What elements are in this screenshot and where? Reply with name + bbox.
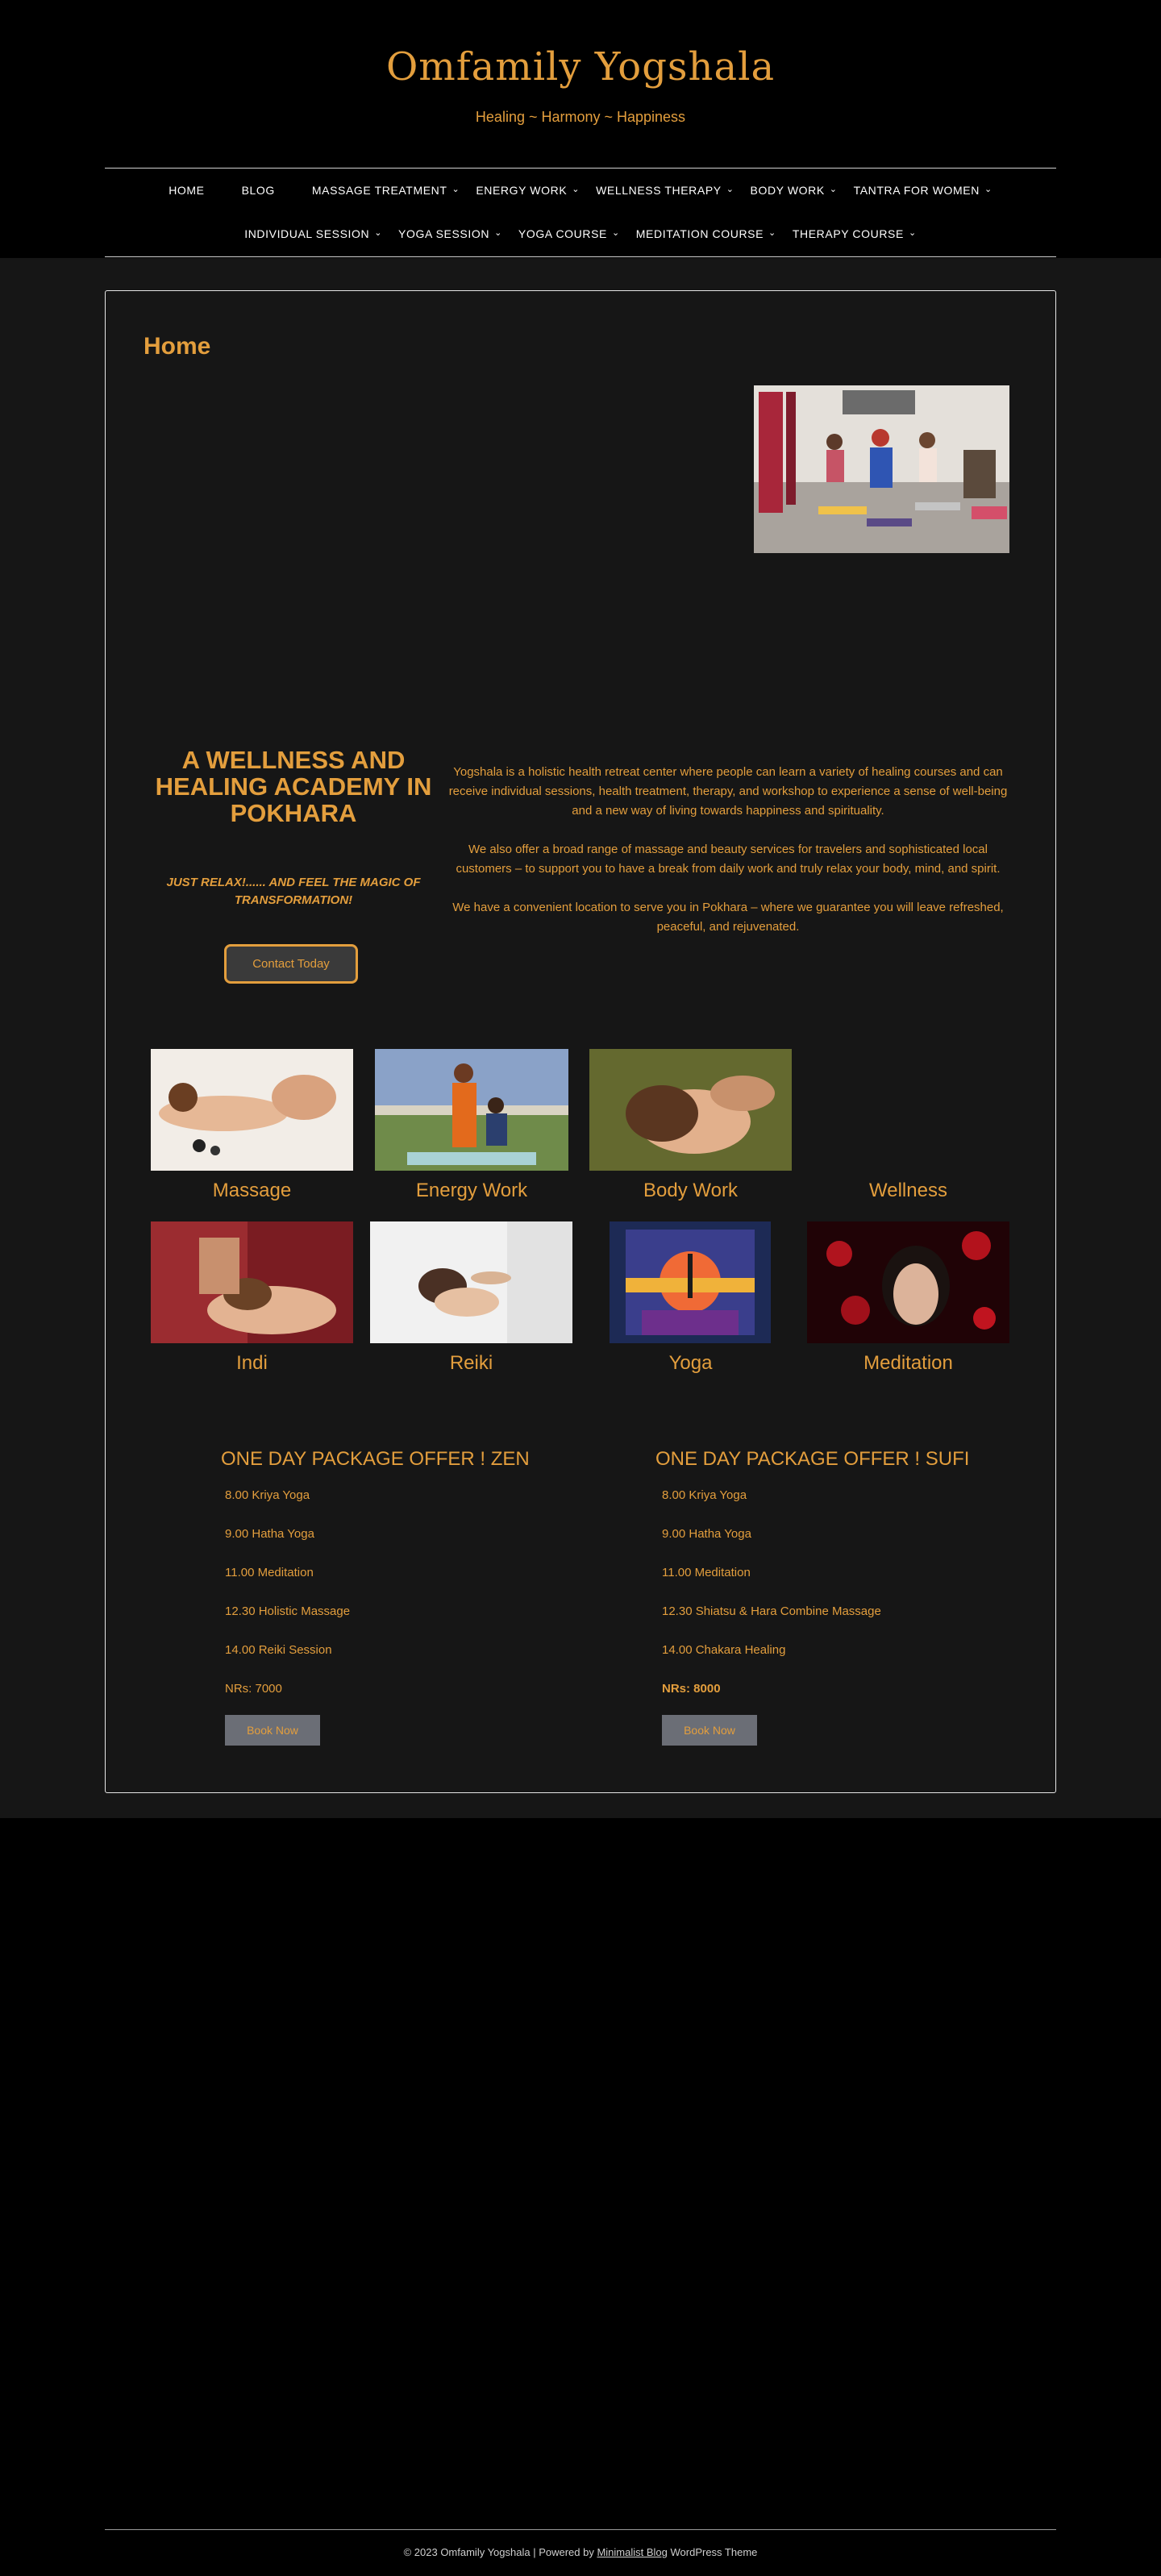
massage-image (151, 1049, 353, 1171)
package-item: 12.30 Holistic Massage (225, 1604, 351, 1618)
package-item: 11.00 Meditation (662, 1566, 751, 1579)
reiki-image (370, 1221, 572, 1343)
package-item: 14.00 Reiki Session (225, 1643, 332, 1657)
package-item: 8.00 Kriya Yoga (662, 1488, 747, 1502)
page-title: Home (144, 333, 211, 360)
chevron-down-icon: ⌄ (829, 184, 838, 194)
service-label[interactable]: Yoga (589, 1352, 792, 1375)
service-massage-image[interactable] (151, 1049, 353, 1171)
package-item: 14.00 Chakara Healing (662, 1643, 786, 1657)
hero-yoga-photo (754, 385, 1009, 553)
service-indi-image[interactable] (151, 1221, 353, 1343)
service-label[interactable]: Massage (151, 1180, 353, 1202)
academy-heading: A WELLNESS AND HEALING ACADEMY IN POKHAR… (155, 746, 432, 827)
service-label[interactable]: Body Work (589, 1180, 792, 1202)
nav-item-wellness-therapy[interactable]: WELLNESS THERAPY ⌄ (596, 184, 734, 197)
package-item: 9.00 Hatha Yoga (662, 1527, 751, 1541)
nav-top-divider (105, 168, 1056, 169)
main-content: Home A WELLNESS AND HEALING ACADEMY IN P… (0, 258, 1161, 1818)
nav-item-meditation-course[interactable]: MEDITATION COURSE ⌄ (636, 227, 776, 240)
relax-tagline: JUST RELAX!...... AND FEEL THE MAGIC OF … (166, 876, 421, 907)
service-energy-work-image[interactable] (375, 1049, 568, 1171)
nav-item-therapy-course[interactable]: THERAPY COURSE ⌄ (793, 227, 917, 240)
indi-massage-image (151, 1221, 353, 1343)
service-label[interactable]: Reiki (370, 1352, 572, 1375)
footer-divider (105, 2529, 1056, 2530)
package-item: 11.00 Meditation (225, 1566, 314, 1579)
service-label[interactable]: Indi (151, 1352, 353, 1375)
book-now-button-sufi[interactable]: Book Now (662, 1715, 757, 1746)
site-footer: © 2023 Omfamily Yogshala | Powered by Mi… (0, 2546, 1161, 2558)
service-yoga-image[interactable] (610, 1221, 771, 1343)
contact-today-button[interactable]: Contact Today (224, 944, 358, 984)
nav-item-yoga-session[interactable]: YOGA SESSION ⌄ (398, 227, 502, 240)
yoga-class-image (754, 385, 1009, 553)
chevron-down-icon: ⌄ (452, 184, 460, 194)
chevron-down-icon: ⌄ (984, 184, 992, 194)
service-body-work-image[interactable] (589, 1049, 792, 1171)
body-work-image (589, 1049, 792, 1171)
footer-copyright: © 2023 Omfamily Yogshala | Powered by (403, 2546, 597, 2558)
primary-nav-row-2: INDIVIDUAL SESSION ⌄ YOGA SESSION ⌄ YOGA C… (105, 222, 1056, 246)
chevron-down-icon: ⌄ (768, 227, 776, 238)
site-tagline: Healing ~ Harmony ~ Happiness (475, 109, 686, 125)
nav-item-blog[interactable]: BLOG (242, 184, 275, 197)
chevron-down-icon: ⌄ (611, 227, 620, 238)
meditation-image (807, 1221, 1009, 1343)
site-header: Omfamily Yogshala Healing ~ Harmony ~ Ha… (0, 0, 1161, 258)
package-item: 9.00 Hatha Yoga (225, 1527, 314, 1541)
yoga-painting-image (610, 1221, 771, 1343)
primary-nav-row-1: HOME BLOG MASSAGE TREATMENT ⌄ ENERGY WORK… (105, 178, 1056, 202)
nav-item-individual-session[interactable]: INDIVIDUAL SESSION ⌄ (244, 227, 382, 240)
footer-theme-link[interactable]: Minimalist Blog (597, 2546, 667, 2558)
service-label[interactable]: Meditation (807, 1352, 1009, 1375)
nav-item-body-work[interactable]: BODY WORK ⌄ (751, 184, 838, 197)
site-title[interactable]: Omfamily Yogshala (0, 44, 1161, 89)
nav-item-energy-work[interactable]: ENERGY WORK ⌄ (476, 184, 580, 197)
package-item: 8.00 Kriya Yoga (225, 1488, 310, 1502)
intro-text: Yogshala is a holistic health retreat ce… (446, 763, 1010, 956)
package-title-zen: ONE DAY PACKAGE OFFER ! ZEN (221, 1448, 530, 1470)
intro-paragraph: We have a convenient location to serve y… (452, 901, 1004, 934)
chevron-down-icon: ⌄ (374, 227, 383, 238)
content-card: Home A WELLNESS AND HEALING ACADEMY IN P… (105, 290, 1056, 1793)
book-now-button-zen[interactable]: Book Now (225, 1715, 320, 1746)
chevron-down-icon: ⌄ (908, 227, 917, 238)
chevron-down-icon: ⌄ (572, 184, 580, 194)
chevron-down-icon: ⌄ (726, 184, 734, 194)
service-meditation-image[interactable] (807, 1221, 1009, 1343)
nav-item-massage-treatment[interactable]: MASSAGE TREATMENT ⌄ (312, 184, 460, 197)
intro-paragraph: We also offer a broad range of massage a… (456, 843, 1001, 876)
package-price: NRs: 8000 (662, 1682, 721, 1696)
service-label[interactable]: Wellness (807, 1180, 1009, 1202)
package-price: NRs: 7000 (225, 1682, 282, 1696)
package-title-sufi: ONE DAY PACKAGE OFFER ! SUFI (655, 1448, 970, 1470)
nav-item-home[interactable]: HOME (169, 184, 204, 197)
intro-paragraph: Yogshala is a holistic health retreat ce… (448, 765, 1008, 818)
energy-work-image (375, 1049, 568, 1171)
nav-bottom-divider (105, 256, 1056, 257)
nav-item-tantra-for-women[interactable]: TANTRA FOR WOMEN ⌄ (854, 184, 992, 197)
package-item: 12.30 Shiatsu & Hara Combine Massage (662, 1604, 881, 1618)
chevron-down-icon: ⌄ (494, 227, 502, 238)
service-reiki-image[interactable] (370, 1221, 572, 1343)
nav-item-yoga-course[interactable]: YOGA COURSE ⌄ (518, 227, 620, 240)
footer-theme-suffix: WordPress Theme (667, 2546, 758, 2558)
service-label[interactable]: Energy Work (375, 1180, 568, 1202)
